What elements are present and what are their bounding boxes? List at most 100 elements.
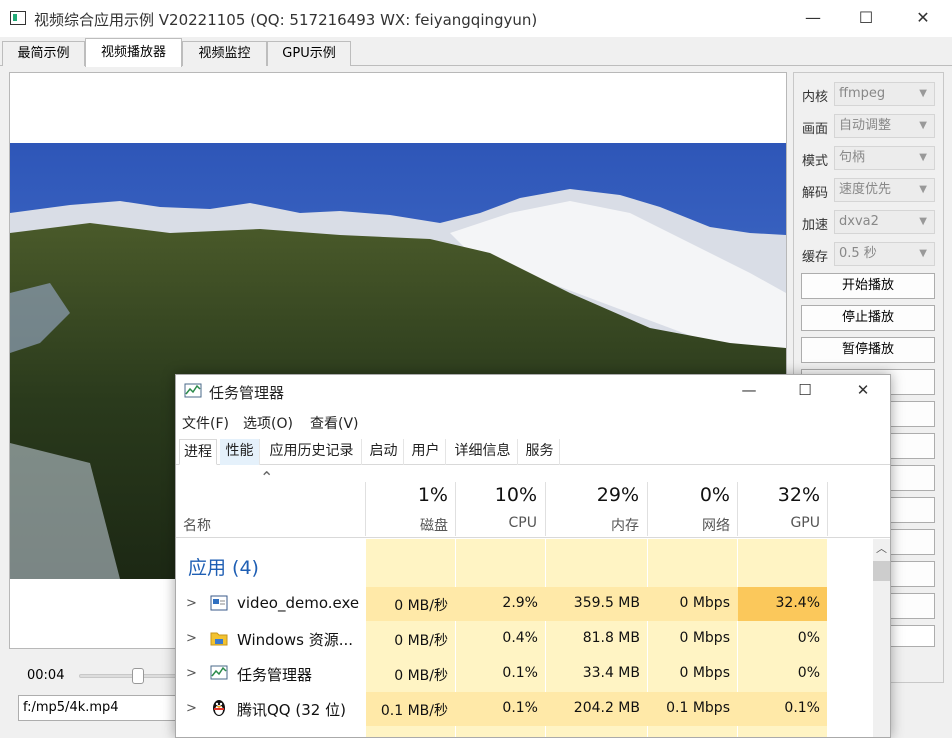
decode-select[interactable]: 速度优先 ▼ bbox=[834, 178, 935, 202]
process-name: 任务管理器 bbox=[237, 666, 313, 684]
task-manager-title: 任务管理器 bbox=[209, 384, 285, 402]
task-manager-icon bbox=[210, 665, 228, 680]
maximize-button[interactable]: ☐ bbox=[838, 0, 894, 37]
label-core: 内核 bbox=[802, 90, 829, 105]
picture-value: 自动调整 bbox=[839, 118, 892, 133]
gpu-value: 32.4% bbox=[775, 595, 820, 611]
memory-value: 204.2 MB bbox=[573, 700, 640, 716]
menu-file[interactable]: 文件(F) bbox=[182, 413, 229, 433]
process-name: Windows 资源... bbox=[237, 631, 354, 649]
tm-minimize-button[interactable]: — bbox=[720, 375, 778, 407]
chevron-down-icon: ▼ bbox=[919, 120, 927, 131]
accel-select[interactable]: dxva2 ▼ bbox=[834, 210, 935, 234]
label-cache: 缓存 bbox=[802, 250, 829, 265]
task-manager-icon bbox=[184, 383, 202, 398]
network-value: 0 Mbps bbox=[679, 595, 730, 611]
chevron-down-icon: ▼ bbox=[919, 248, 927, 259]
start-play-button[interactable]: 开始播放 bbox=[801, 273, 935, 299]
column-gpu[interactable]: GPU bbox=[738, 515, 820, 531]
process-row[interactable]: > 任务管理器 0 MB/秒 0.1% 33.4 MB 0 Mbps 0% bbox=[176, 657, 827, 691]
gpu-total: 32% bbox=[777, 484, 820, 506]
chevron-right-icon[interactable]: > bbox=[186, 666, 197, 681]
chevron-right-icon[interactable]: > bbox=[186, 631, 197, 646]
process-row[interactable]: > video_demo.exe 0 MB/秒 2.9% 359.5 MB 0 … bbox=[176, 587, 827, 621]
gpu-value: 0.1% bbox=[784, 700, 820, 716]
tab-gpu[interactable]: GPU示例 bbox=[267, 41, 351, 66]
memory-value: 81.8 MB bbox=[582, 630, 640, 646]
app-window-icon bbox=[210, 595, 228, 611]
column-cpu[interactable]: CPU bbox=[456, 515, 537, 531]
sort-up-icon: ⌃ bbox=[260, 468, 274, 487]
disk-value: 0 MB/秒 bbox=[394, 598, 448, 614]
progress-slider[interactable] bbox=[79, 674, 179, 678]
tm-close-button[interactable]: ✕ bbox=[834, 375, 890, 407]
scrollbar[interactable]: ︿ bbox=[873, 539, 890, 737]
tm-tab-bar: 进程 性能 应用历史记录 启动 用户 详细信息 服务 bbox=[176, 439, 890, 465]
menu-view[interactable]: 查看(V) bbox=[310, 413, 359, 433]
app-icon bbox=[10, 11, 26, 25]
column-memory[interactable]: 内存 bbox=[546, 515, 639, 535]
chevron-right-icon[interactable]: > bbox=[186, 701, 197, 716]
core-select[interactable]: ffmpeg ▼ bbox=[834, 82, 935, 106]
tab-bar: 最简示例 视频播放器 视频监控 GPU示例 bbox=[0, 37, 952, 67]
tab-app-history[interactable]: 应用历史记录 bbox=[262, 439, 362, 465]
menu-options[interactable]: 选项(O) bbox=[243, 413, 293, 433]
accel-value: dxva2 bbox=[839, 214, 879, 229]
cache-value: 0.5 秒 bbox=[839, 246, 877, 261]
progress-slider-handle[interactable] bbox=[132, 668, 144, 684]
tab-users[interactable]: 用户 bbox=[406, 439, 446, 465]
cpu-value: 2.9% bbox=[502, 595, 538, 611]
scrollbar-thumb[interactable] bbox=[873, 561, 890, 581]
chevron-right-icon[interactable]: > bbox=[186, 596, 197, 611]
qq-penguin-icon bbox=[213, 700, 225, 716]
chevron-down-icon: ▼ bbox=[919, 152, 927, 163]
column-disk[interactable]: 磁盘 bbox=[366, 515, 448, 535]
label-decode: 解码 bbox=[802, 186, 829, 201]
picture-select[interactable]: 自动调整 ▼ bbox=[834, 114, 935, 138]
disk-total: 1% bbox=[417, 484, 448, 506]
tab-performance[interactable]: 性能 bbox=[220, 439, 260, 465]
cpu-value: 0.1% bbox=[502, 700, 538, 716]
column-network[interactable]: 网络 bbox=[648, 515, 730, 535]
gpu-value: 0% bbox=[797, 665, 820, 681]
gpu-value: 0% bbox=[797, 630, 820, 646]
tab-video-player[interactable]: 视频播放器 bbox=[85, 38, 182, 67]
stop-play-button[interactable]: 停止播放 bbox=[801, 305, 935, 331]
tab-simple[interactable]: 最简示例 bbox=[2, 41, 85, 66]
current-time: 00:04 bbox=[27, 668, 65, 683]
chevron-down-icon: ▼ bbox=[919, 216, 927, 227]
tab-video-monitor[interactable]: 视频监控 bbox=[182, 41, 267, 66]
label-mode: 模式 bbox=[802, 154, 829, 169]
memory-value: 359.5 MB bbox=[573, 595, 640, 611]
minimize-button[interactable]: — bbox=[785, 0, 841, 37]
mode-value: 句柄 bbox=[839, 150, 866, 165]
group-apps[interactable]: 应用 (4) bbox=[188, 553, 259, 580]
label-picture: 画面 bbox=[802, 122, 829, 137]
column-divider bbox=[827, 482, 828, 536]
network-value: 0.1 Mbps bbox=[666, 700, 730, 716]
tab-services[interactable]: 服务 bbox=[520, 439, 560, 465]
process-row[interactable]: > Windows 资源... 0 MB/秒 0.4% 81.8 MB 0 Mb… bbox=[176, 622, 827, 656]
cache-select[interactable]: 0.5 秒 ▼ bbox=[834, 242, 935, 266]
chevron-down-icon: ▼ bbox=[919, 88, 927, 99]
memory-value: 33.4 MB bbox=[582, 665, 640, 681]
mode-select[interactable]: 句柄 ▼ bbox=[834, 146, 935, 170]
tab-startup[interactable]: 启动 bbox=[364, 439, 404, 465]
close-button[interactable]: ✕ bbox=[895, 0, 951, 37]
tab-details[interactable]: 详细信息 bbox=[448, 439, 518, 465]
file-path-input[interactable]: f:/mp5/4k.mp4 bbox=[18, 695, 178, 721]
tm-maximize-button[interactable]: ☐ bbox=[776, 375, 834, 407]
disk-value: 0.1 MB/秒 bbox=[380, 703, 448, 719]
tab-processes[interactable]: 进程 bbox=[179, 439, 217, 465]
cpu-value: 0.4% bbox=[502, 630, 538, 646]
process-row[interactable]: > 腾讯QQ (32 位) 0.1 MB/秒 0.1% 204.2 MB 0.1… bbox=[176, 692, 827, 726]
window-title: 视频综合应用示例 V20221105 (QQ: 517216493 WX: fe… bbox=[34, 11, 538, 29]
process-name: 腾讯QQ (32 位) bbox=[237, 701, 346, 719]
column-name[interactable]: 名称 bbox=[183, 515, 211, 535]
label-accel: 加速 bbox=[802, 218, 829, 233]
memory-total: 29% bbox=[596, 484, 639, 506]
scroll-up-icon[interactable]: ︿ bbox=[876, 540, 887, 556]
disk-value: 0 MB/秒 bbox=[394, 668, 448, 684]
decode-value: 速度优先 bbox=[839, 182, 892, 197]
pause-play-button[interactable]: 暂停播放 bbox=[801, 337, 935, 363]
